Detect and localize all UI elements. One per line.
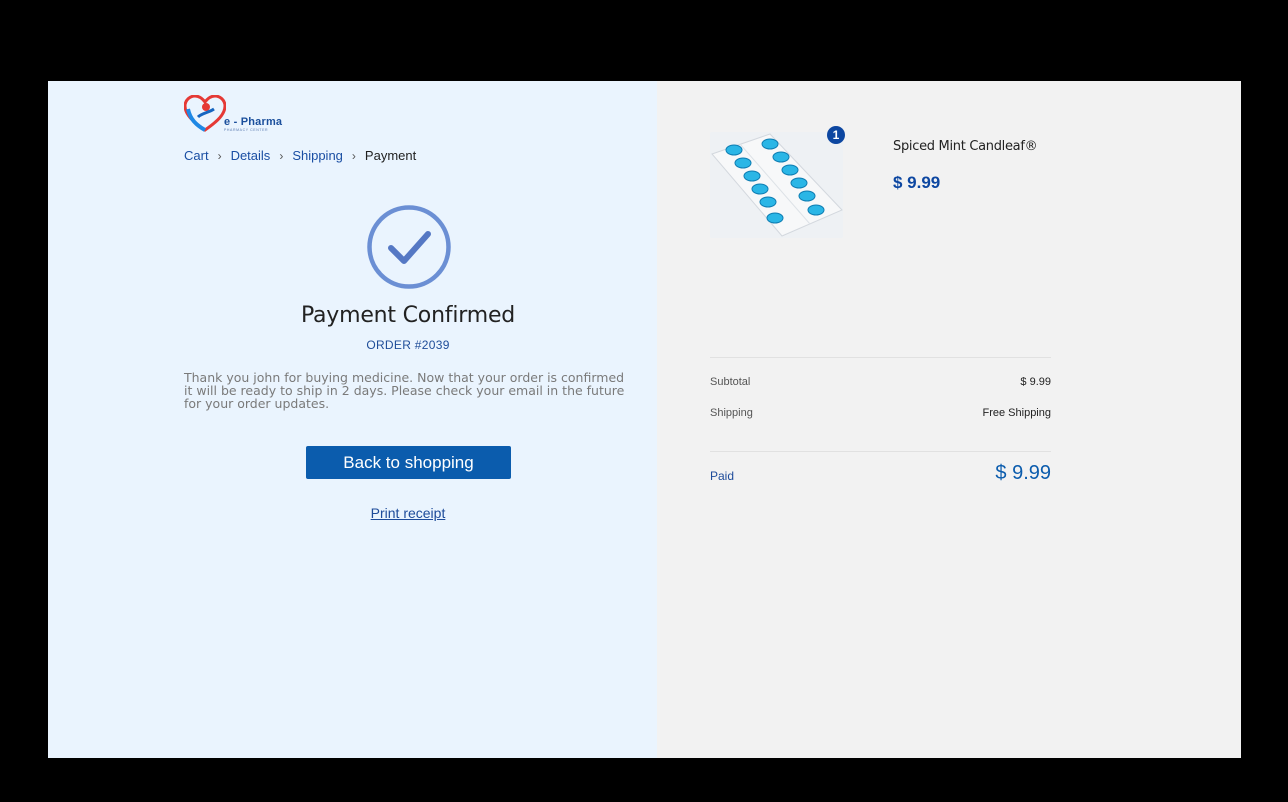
product-name: Spiced Mint Candleaf® bbox=[893, 139, 1038, 154]
paid-label: Paid bbox=[710, 469, 735, 483]
shipping-value: Free Shipping bbox=[982, 407, 1052, 419]
breadcrumb-cart[interactable]: Cart bbox=[184, 148, 209, 163]
summary-divider bbox=[710, 451, 1051, 452]
back-to-shopping-button[interactable]: Back to shopping bbox=[306, 446, 511, 479]
subtotal-value: $ 9.99 bbox=[1020, 376, 1051, 388]
subtotal-label: Subtotal bbox=[710, 376, 751, 388]
breadcrumb-details[interactable]: Details bbox=[231, 148, 271, 163]
breadcrumb: Cart › Details › Shipping › Payment bbox=[184, 148, 416, 163]
breadcrumb-shipping[interactable]: Shipping bbox=[292, 148, 343, 163]
shipping-label: Shipping bbox=[710, 407, 753, 419]
product-price: $ 9.99 bbox=[893, 173, 941, 192]
brand-name: e - Pharma bbox=[224, 116, 283, 128]
order-summary-panel: 1 Spiced Mint Candleaf® $ 9.99 Subtotal … bbox=[657, 81, 1241, 758]
confirmation-panel: e - Pharma PHARMACY CENTER Cart › Detail… bbox=[48, 81, 657, 758]
checkmark-circle-icon bbox=[367, 205, 451, 289]
checkout-page: e - Pharma PHARMACY CENTER Cart › Detail… bbox=[48, 81, 1241, 758]
summary-divider bbox=[710, 357, 1051, 358]
heart-logo-icon bbox=[184, 95, 226, 132]
product-image bbox=[710, 132, 843, 238]
chevron-right-icon: › bbox=[279, 148, 284, 163]
confirmation-message: Thank you john for buying medicine. Now … bbox=[184, 370, 625, 411]
paid-value: $ 9.99 bbox=[995, 462, 1051, 484]
pill-blister-icon bbox=[710, 132, 843, 238]
brand-logo[interactable]: e - Pharma PHARMACY CENTER bbox=[184, 95, 294, 133]
breadcrumb-current: Payment bbox=[364, 148, 417, 163]
brand-tagline: PHARMACY CENTER bbox=[224, 128, 269, 132]
chevron-right-icon: › bbox=[351, 148, 356, 163]
chevron-right-icon: › bbox=[217, 148, 222, 163]
quantity-badge: 1 bbox=[827, 126, 845, 144]
